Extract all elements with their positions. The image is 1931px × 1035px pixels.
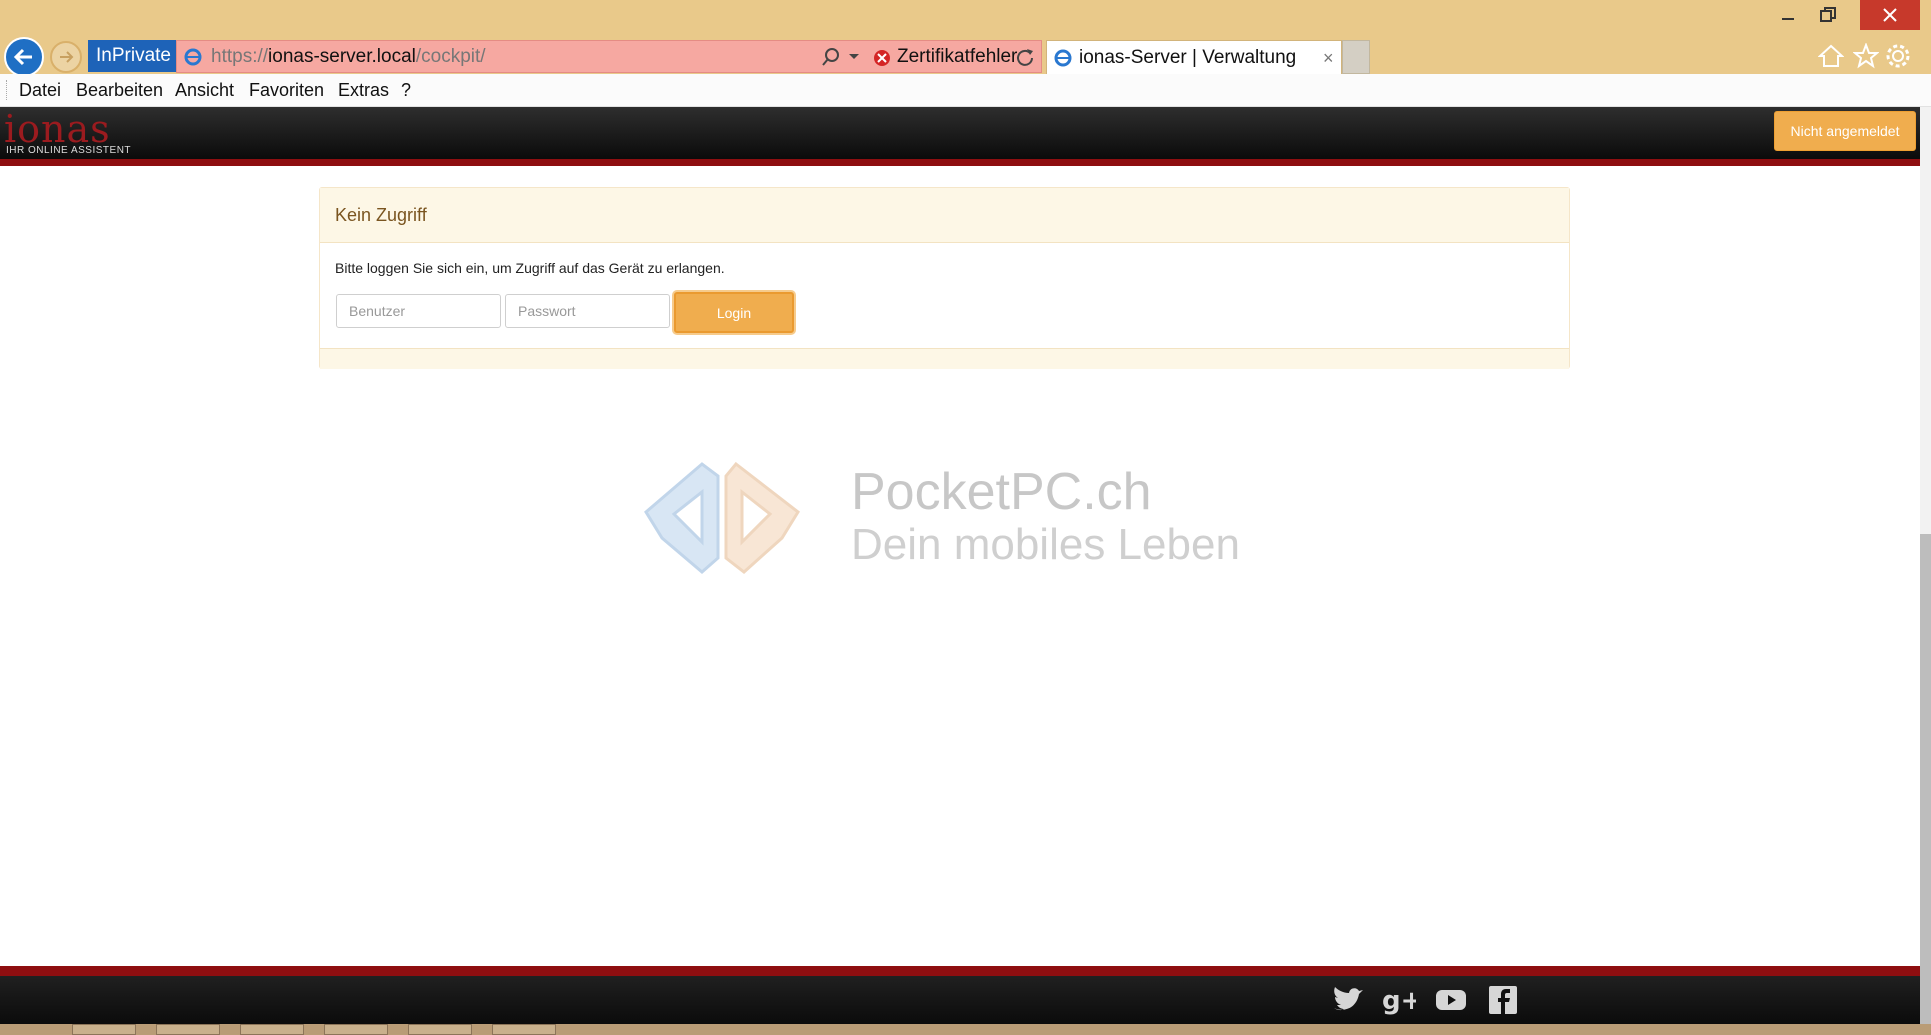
menu-bearbeiten[interactable]: Bearbeiten bbox=[76, 74, 163, 107]
site-footer: g+ bbox=[0, 976, 1920, 1024]
panel-title: Kein Zugriff bbox=[335, 205, 427, 225]
menu-favoriten[interactable]: Favoriten bbox=[249, 74, 324, 107]
gear-icon[interactable] bbox=[1885, 43, 1911, 69]
taskbar-button[interactable] bbox=[72, 1024, 136, 1035]
password-field[interactable] bbox=[505, 294, 670, 328]
facebook-icon[interactable] bbox=[1485, 982, 1521, 1018]
logo-tagline: IHR ONLINE ASSISTENT bbox=[6, 145, 132, 156]
ionas-logo[interactable]: ionas IHR ONLINE ASSISTENT bbox=[4, 109, 134, 157]
pocketpc-watermark: PocketPC.ch Dein mobiles Leben bbox=[636, 454, 1276, 584]
forward-button[interactable] bbox=[50, 41, 82, 73]
site-header: ionas IHR ONLINE ASSISTENT bbox=[0, 107, 1920, 159]
close-window-button[interactable] bbox=[1860, 0, 1920, 30]
tab-close-icon[interactable]: × bbox=[1323, 41, 1334, 75]
restore-button[interactable] bbox=[1808, 0, 1848, 30]
taskbar-button[interactable] bbox=[324, 1024, 388, 1035]
taskbar-button[interactable] bbox=[492, 1024, 556, 1035]
header-stripe bbox=[0, 159, 1920, 166]
scrollbar-thumb[interactable] bbox=[1920, 534, 1931, 1035]
svg-text:g+: g+ bbox=[1382, 986, 1416, 1016]
close-icon bbox=[1883, 8, 1897, 22]
restore-icon bbox=[1820, 7, 1836, 22]
panel-heading: Kein Zugriff bbox=[320, 188, 1569, 243]
back-arrow-icon bbox=[13, 48, 32, 66]
search-icon[interactable] bbox=[821, 47, 841, 67]
panel-footer bbox=[320, 348, 1569, 369]
tab-ionas-server[interactable]: ionas-Server | Verwaltung × bbox=[1046, 40, 1342, 74]
minimize-button[interactable] bbox=[1768, 0, 1808, 30]
menu-help[interactable]: ? bbox=[401, 74, 411, 107]
certificate-error-label[interactable]: Zertifikatfehler bbox=[897, 41, 1017, 73]
menu-datei[interactable]: Datei bbox=[19, 74, 61, 107]
inprivate-badge: InPrivate bbox=[88, 40, 179, 72]
menu-bar: Datei Bearbeiten Ansicht Favoriten Extra… bbox=[0, 74, 1931, 107]
minimize-icon bbox=[1782, 18, 1794, 20]
taskbar-button[interactable] bbox=[240, 1024, 304, 1035]
ie-icon bbox=[1054, 49, 1072, 67]
taskbar-button[interactable] bbox=[408, 1024, 472, 1035]
login-message: Bitte loggen Sie sich ein, um Zugriff au… bbox=[335, 260, 725, 276]
logo-wordmark: ionas bbox=[4, 107, 111, 151]
menu-ansicht[interactable]: Ansicht bbox=[175, 74, 234, 107]
access-denied-panel: Kein Zugriff Bitte loggen Sie sich ein, … bbox=[319, 187, 1570, 369]
twitter-icon[interactable] bbox=[1330, 982, 1366, 1018]
menu-extras[interactable]: Extras bbox=[338, 74, 389, 107]
back-button[interactable] bbox=[4, 37, 44, 77]
forward-arrow-icon bbox=[60, 51, 74, 63]
refresh-icon[interactable] bbox=[1015, 47, 1035, 67]
address-bar[interactable]: https://ionas-server.local/cockpit/ Zert… bbox=[176, 40, 1042, 73]
url-text[interactable]: https://ionas-server.local/cockpit/ bbox=[211, 41, 486, 73]
login-button[interactable]: Login bbox=[674, 292, 794, 333]
footer-stripe bbox=[0, 966, 1920, 976]
watermark-subtitle: Dein mobiles Leben bbox=[851, 520, 1240, 569]
star-icon[interactable] bbox=[1853, 43, 1879, 69]
login-status-button[interactable]: Nicht angemeldet bbox=[1774, 111, 1916, 151]
pocketpc-logo-icon bbox=[644, 461, 800, 574]
username-field[interactable] bbox=[336, 294, 501, 328]
menu-grip bbox=[6, 80, 8, 100]
new-tab-button[interactable] bbox=[1342, 40, 1370, 74]
tab-title: ionas-Server | Verwaltung bbox=[1079, 47, 1297, 68]
ie-icon bbox=[184, 48, 202, 66]
home-icon[interactable] bbox=[1818, 43, 1844, 69]
google-plus-icon[interactable]: g+ bbox=[1381, 982, 1417, 1018]
watermark-title: PocketPC.ch bbox=[851, 463, 1152, 521]
youtube-icon[interactable] bbox=[1433, 982, 1469, 1018]
error-icon[interactable] bbox=[873, 49, 891, 67]
taskbar-button[interactable] bbox=[156, 1024, 220, 1035]
chevron-down-icon[interactable] bbox=[848, 49, 860, 63]
